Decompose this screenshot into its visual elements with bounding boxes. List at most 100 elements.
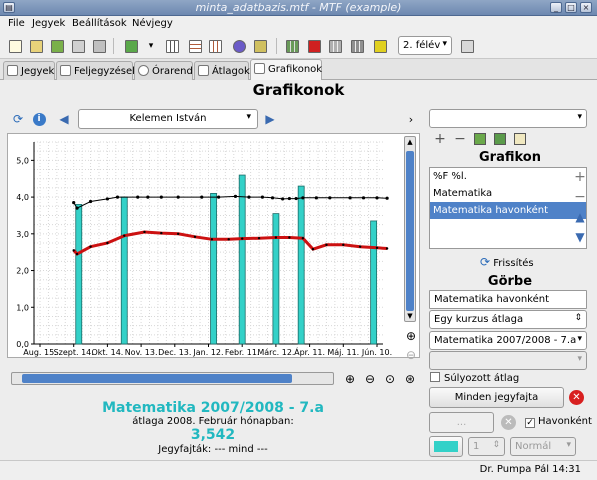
disabled-select[interactable]: ▾ [429, 351, 587, 370]
chart-save-icon[interactable] [472, 131, 488, 147]
chevron-down-icon: ▾ [577, 334, 582, 344]
remove-item-icon[interactable]: − [572, 189, 588, 205]
save-icon[interactable] [48, 37, 66, 55]
previous-student-icon[interactable]: ◀ [56, 111, 72, 127]
tab-grafikonok[interactable]: Grafikonok [250, 59, 322, 80]
menu-beallitasok[interactable]: Beállítások [72, 18, 127, 29]
move-up-icon[interactable]: ▲ [572, 209, 588, 225]
remove-chart-icon[interactable]: − [452, 131, 468, 147]
chart-export-icon[interactable] [492, 131, 508, 147]
vertical-scroll-thumb[interactable] [406, 151, 414, 311]
x-tick-label: Nov. 13. [125, 348, 158, 357]
minimize-icon[interactable]: _ [550, 2, 562, 13]
bar [370, 220, 378, 345]
data-point [260, 195, 265, 199]
line-width-spinner[interactable]: 1 ⇕ [468, 437, 505, 456]
y-tick-label: 1,0 [16, 303, 29, 312]
y-tick-label: 5,0 [16, 156, 29, 165]
import-icon[interactable] [122, 37, 140, 55]
curve-type-select[interactable]: Egy kurzus átlaga ⇕ [429, 310, 587, 329]
data-point [301, 196, 305, 200]
clear-disabled-icon[interactable]: ✕ [501, 415, 516, 430]
all-grades-button[interactable]: Minden jegyfajta [429, 387, 564, 408]
bar [238, 174, 246, 345]
refresh-label: Frissítés [493, 258, 534, 269]
zoom-reset-icon[interactable]: ⊙ [382, 371, 398, 387]
new-file-icon[interactable] [6, 37, 24, 55]
refresh-icon[interactable]: ⟳ [10, 111, 26, 127]
semester-select[interactable]: 2. félév ▾ [398, 36, 452, 55]
grid-view-icon[interactable] [163, 37, 181, 55]
ellipsis-button[interactable]: ... [429, 412, 494, 433]
menu-file[interactable]: File [8, 18, 25, 29]
x-tick-label: Okt. 14. [91, 348, 123, 357]
tab-label: Grafikonok [268, 64, 323, 75]
horizontal-scroll-thumb[interactable] [22, 374, 292, 383]
data-point [88, 199, 93, 204]
list-item[interactable]: Matematika havonként [430, 202, 586, 219]
chevron-down-icon: ▾ [577, 354, 582, 364]
vertical-scrollbar[interactable]: ▲ ▼ [404, 136, 416, 322]
zoom-in-icon[interactable]: ⊕ [342, 371, 358, 387]
refresh-button[interactable]: ⟳ Frissítés [480, 255, 534, 269]
chart-list[interactable]: %F %l. Matematika Matematika havonként [429, 167, 587, 249]
data-point [274, 236, 278, 239]
scroll-down-icon[interactable]: ▼ [406, 312, 414, 320]
print-preview-icon[interactable] [69, 37, 87, 55]
close-icon[interactable]: × [580, 2, 592, 13]
data-point [227, 238, 230, 241]
weighted-average-checkbox[interactable]: Súlyozott átlag [430, 372, 519, 384]
collapse-panel-icon[interactable]: › [403, 111, 419, 127]
next-student-icon[interactable]: ▶ [262, 111, 278, 127]
notes-icon[interactable] [251, 37, 269, 55]
table-delete-icon[interactable] [348, 37, 366, 55]
import-dropdown-icon[interactable]: ▾ [142, 37, 160, 55]
data-point [314, 196, 318, 200]
monthly-checkbox[interactable]: ✓ Havonként [525, 416, 592, 428]
refresh-data-icon[interactable] [458, 37, 476, 55]
zoom-out-vertical-icon[interactable]: ⊖ [403, 347, 419, 363]
chart-edit-icon[interactable] [512, 131, 528, 147]
table-icon[interactable] [283, 37, 301, 55]
table-edit-icon[interactable] [326, 37, 344, 55]
add-item-icon[interactable]: + [572, 169, 588, 185]
chart-select[interactable]: ▾ [429, 109, 587, 128]
tab-jegyek[interactable]: Jegyek [3, 61, 55, 80]
menu-nevjegy[interactable]: Névjegy [132, 18, 173, 29]
tab-atlagok[interactable]: Átlagok [194, 61, 250, 80]
data-point [270, 196, 275, 200]
data-point [75, 206, 79, 210]
menu-jegyek[interactable]: Jegyek [32, 18, 65, 29]
color-picker-button[interactable] [429, 436, 463, 457]
scroll-up-icon[interactable]: ▲ [406, 138, 414, 146]
list-item[interactable]: Matematika [430, 185, 586, 202]
style-select[interactable]: Normál ▾ [510, 437, 576, 456]
x-tick-label: Ápr. 11. [294, 346, 325, 357]
columns-view-icon[interactable] [206, 37, 224, 55]
tab-feljegyzesek[interactable]: Feljegyzések [56, 61, 138, 80]
x-tick-label: Jan. 12. [192, 348, 223, 357]
open-folder-icon[interactable] [27, 37, 45, 55]
zoom-in-vertical-icon[interactable]: ⊕ [403, 328, 419, 344]
data-point [176, 195, 180, 199]
print-icon[interactable] [90, 37, 108, 55]
zoom-out-icon[interactable]: ⊖ [362, 371, 378, 387]
maximize-icon[interactable]: □ [565, 2, 577, 13]
rows-view-icon[interactable] [186, 37, 204, 55]
bar [210, 193, 217, 345]
tab-orarend[interactable]: Órarend [134, 61, 193, 80]
student-select[interactable]: Kelemen István ▾ [78, 109, 258, 129]
horizontal-scrollbar[interactable] [11, 372, 334, 385]
curve-name-input[interactable]: Matematika havonként [429, 290, 587, 309]
course-select[interactable]: Matematika 2007/2008 - 7.a ▾ [429, 331, 587, 350]
zoom-fit-icon[interactable]: ⊛ [402, 371, 418, 387]
add-chart-icon[interactable]: + [432, 131, 448, 147]
help-icon[interactable] [371, 37, 389, 55]
toolbar: ▾ [0, 34, 597, 59]
list-item[interactable]: %F %l. [430, 168, 586, 185]
move-down-icon[interactable]: ▼ [572, 229, 588, 245]
clear-icon[interactable]: ✕ [569, 390, 584, 405]
add-red-icon[interactable] [305, 37, 323, 55]
info-icon[interactable] [230, 37, 248, 55]
info-circle-icon[interactable]: i [31, 111, 47, 127]
